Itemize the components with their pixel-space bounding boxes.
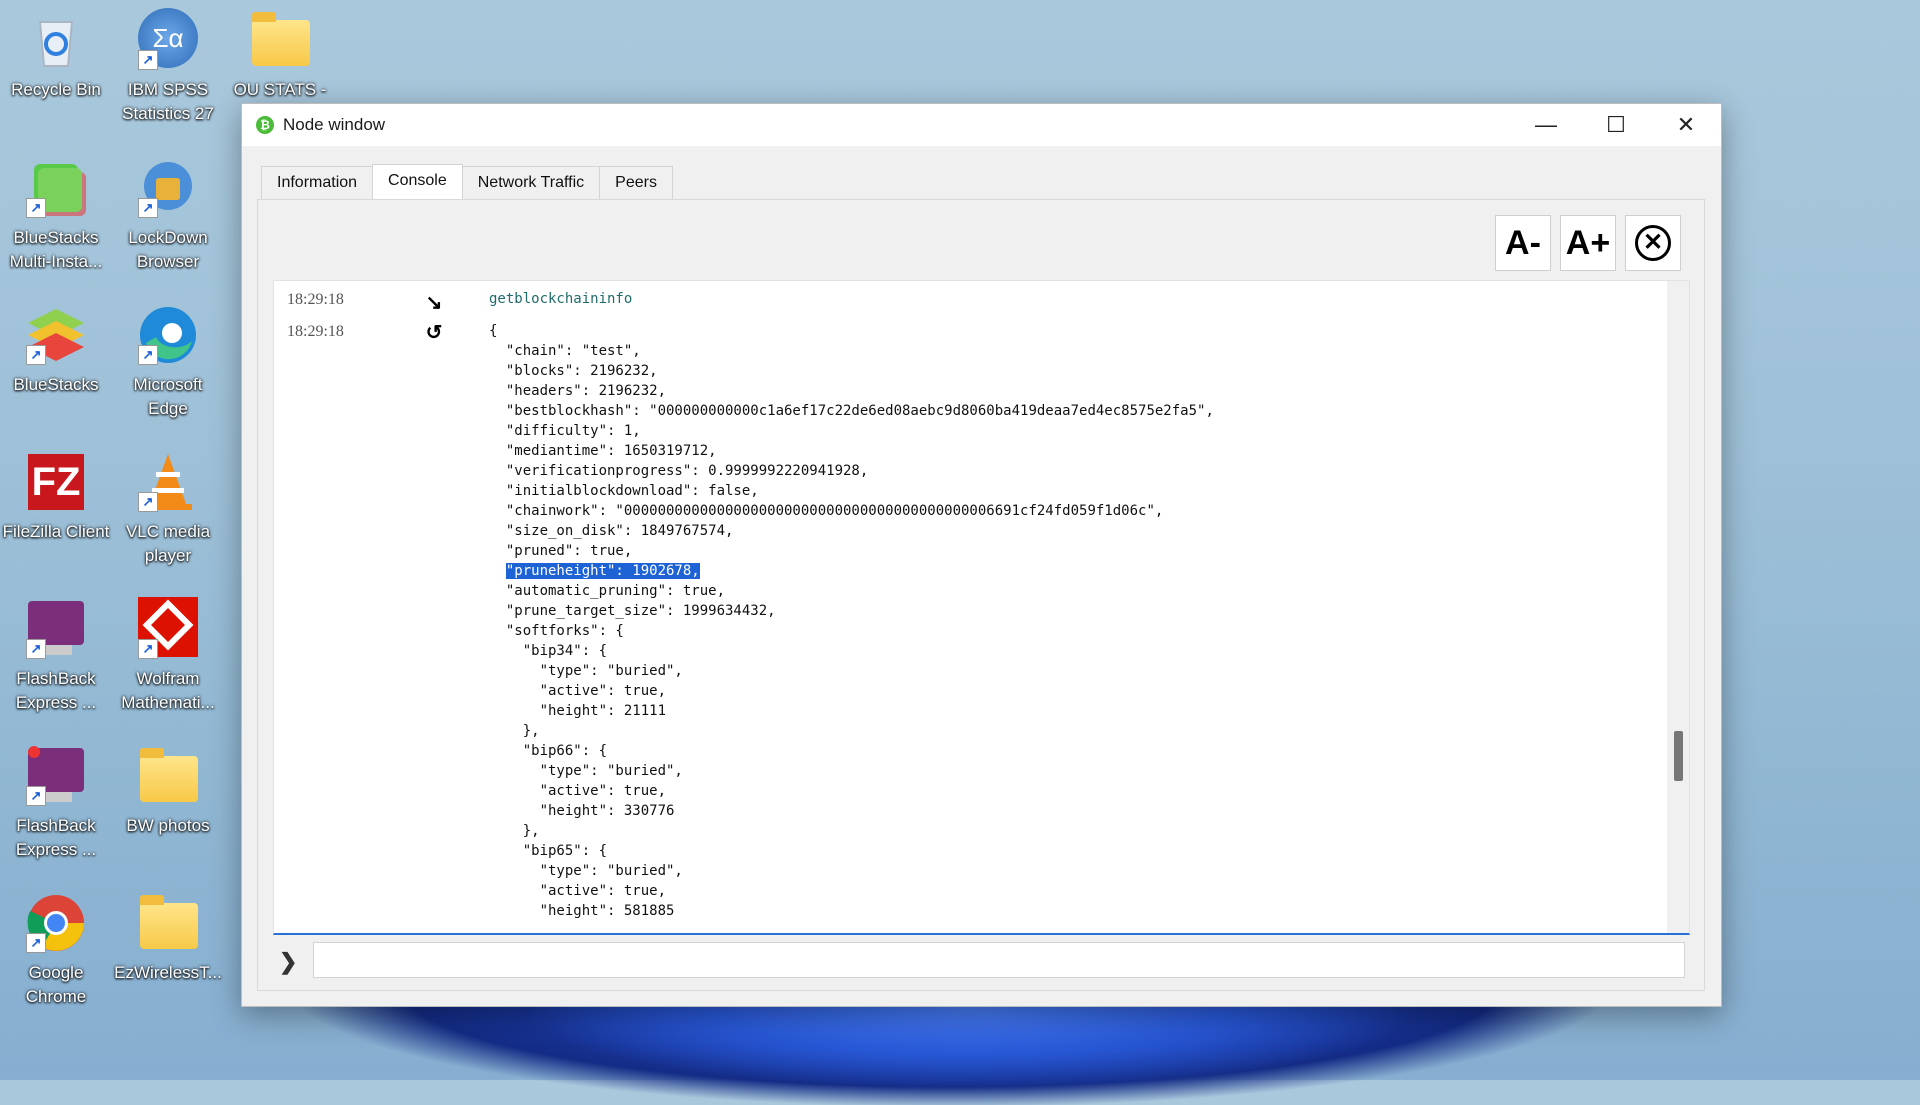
shortcut-arrow-icon: ↗: [26, 345, 46, 365]
output-text: "automatic_pruning": true, "prune_target…: [505, 583, 776, 919]
shortcut-arrow-icon: ↗: [138, 639, 158, 659]
flashback-icon: ↗: [24, 597, 88, 661]
tab-bar: Information Console Network Traffic Peer…: [261, 164, 673, 200]
tab-peers[interactable]: Peers: [599, 166, 673, 200]
close-button[interactable]: ✕: [1651, 104, 1721, 146]
desktop-icon-label: Microsoft Edge: [133, 375, 203, 418]
scrollbar-thumb[interactable]: [1674, 731, 1683, 781]
shortcut-arrow-icon: ↗: [138, 198, 158, 218]
vlc-icon: ↗: [136, 450, 200, 514]
console-output[interactable]: 18:29:18 ↘ getblockchaininfo 18:29:18 ↺ …: [273, 280, 1690, 935]
shortcut-arrow-icon: ↗: [26, 198, 46, 218]
desktop-icon-label: EzWirelessT...: [114, 963, 222, 982]
desktop-icon-label: FileZilla Client: [2, 522, 110, 541]
lockdown-browser-icon: ↗: [136, 156, 200, 220]
console-pane: A- A+ ✕ 18:29:18 ↘ getblockchaininfo 18:…: [257, 199, 1705, 991]
desktop-icon-flashback-1[interactable]: ↗ FlashBack Express ...: [0, 597, 112, 715]
folder-icon: [248, 8, 312, 72]
window-title: Node window: [283, 115, 386, 134]
desktop-icon-label: BW photos: [126, 816, 210, 835]
desktop-icon-label: FlashBack Express ...: [15, 669, 97, 712]
title-bar[interactable]: ₿ Node window — ☐ ✕: [242, 104, 1721, 146]
shortcut-arrow-icon: ↗: [26, 639, 46, 659]
node-window: ₿ Node window — ☐ ✕ Information Console …: [241, 103, 1722, 1007]
desktop-icon-label: LockDown Browser: [128, 228, 208, 271]
clear-icon: ✕: [1635, 225, 1671, 261]
desktop-icon-label: Recycle Bin: [11, 80, 101, 99]
minimize-button[interactable]: —: [1511, 104, 1581, 146]
font-smaller-button[interactable]: A-: [1495, 215, 1551, 271]
shortcut-arrow-icon: ↗: [138, 345, 158, 365]
desktop-icon-label: BlueStacks Multi-Insta...: [9, 228, 103, 271]
bitcoin-app-icon: ₿: [256, 116, 274, 134]
folder-icon: [136, 744, 200, 808]
desktop-icon-vlc[interactable]: ↗ VLC media player: [112, 450, 224, 568]
timestamp: 18:29:18: [287, 291, 344, 308]
desktop-icon-label: Google Chrome: [25, 963, 87, 1006]
wallpaper-swirl-highlight: [520, 1000, 1420, 1090]
tab-information[interactable]: Information: [261, 166, 374, 200]
desktop-icon-label: BlueStacks: [13, 375, 99, 394]
vertical-scrollbar[interactable]: [1667, 281, 1689, 933]
desktop-icon-flashback-2[interactable]: ↗ FlashBack Express ...: [0, 744, 112, 862]
shortcut-arrow-icon: ↗: [138, 492, 158, 512]
desktop-icon-spss[interactable]: Σα ↗ IBM SPSS Statistics 27: [112, 8, 224, 126]
tab-console[interactable]: Console: [372, 164, 463, 200]
desktop-icon-filezilla[interactable]: FZ FileZilla Client: [0, 450, 112, 544]
console-command-input[interactable]: [313, 942, 1685, 978]
spss-icon: Σα ↗: [136, 8, 200, 72]
desktop-icon-bluestacks-multi[interactable]: ↗ BlueStacks Multi-Insta...: [0, 156, 112, 274]
selected-text[interactable]: "pruneheight": 1902678,: [505, 563, 700, 579]
desktop-icon-microsoft-edge[interactable]: ↗ Microsoft Edge: [112, 303, 224, 421]
desktop-icon-label: OU STATS -: [233, 80, 327, 99]
desktop-icon-lockdown-browser[interactable]: ↗ LockDown Browser: [112, 156, 224, 274]
desktop-icon-ou-stats[interactable]: OU STATS -: [224, 8, 336, 102]
command-text: getblockchaininfo: [489, 291, 633, 307]
output-text: { "chain": "test", "blocks": 2196232, "h…: [489, 323, 1214, 559]
desktop-icon-label: VLC media player: [125, 522, 211, 565]
desktop-icon-bluestacks[interactable]: ↗ BlueStacks: [0, 303, 112, 397]
edge-icon: ↗: [136, 303, 200, 367]
folder-icon: [136, 891, 200, 955]
desktop-icon-recycle-bin[interactable]: Recycle Bin: [0, 8, 112, 102]
clear-console-button[interactable]: ✕: [1625, 215, 1681, 271]
desktop-icon-wolfram[interactable]: ↗ Wolfram Mathemati...: [112, 597, 224, 715]
desktop-icon-label: IBM SPSS Statistics 27: [122, 80, 214, 123]
desktop-icon-ezwireless[interactable]: EzWirelessT...: [112, 891, 224, 985]
bluestacks-multi-icon: ↗: [24, 156, 88, 220]
tab-network-traffic[interactable]: Network Traffic: [461, 166, 601, 200]
maximize-button[interactable]: ☐: [1581, 104, 1651, 146]
chrome-icon: ↗: [24, 891, 88, 955]
command-output-icon: ↺: [425, 322, 443, 344]
desktop-icon-google-chrome[interactable]: ↗ Google Chrome: [0, 891, 112, 1009]
prompt-chevron-icon: ❯: [279, 949, 298, 974]
shortcut-arrow-icon: ↗: [26, 933, 46, 953]
desktop-icon-bw-photos[interactable]: BW photos: [112, 744, 224, 838]
font-larger-button[interactable]: A+: [1560, 215, 1616, 271]
timestamp: 18:29:18: [287, 323, 344, 340]
flashback-icon: ↗: [24, 744, 88, 808]
command-input-icon: ↘: [425, 292, 443, 314]
wolfram-icon: ↗: [136, 597, 200, 661]
console-input-row: ❯: [273, 940, 1688, 982]
shortcut-arrow-icon: ↗: [138, 50, 158, 70]
desktop-icon-label: Wolfram Mathemati...: [121, 669, 215, 712]
filezilla-icon: FZ: [24, 450, 88, 514]
recycle-bin-icon: [24, 8, 88, 72]
shortcut-arrow-icon: ↗: [26, 786, 46, 806]
desktop-icon-label: FlashBack Express ...: [15, 816, 97, 859]
command-output-text: { "chain": "test", "blocks": 2196232, "h…: [489, 321, 1214, 921]
bluestacks-icon: ↗: [24, 303, 88, 367]
